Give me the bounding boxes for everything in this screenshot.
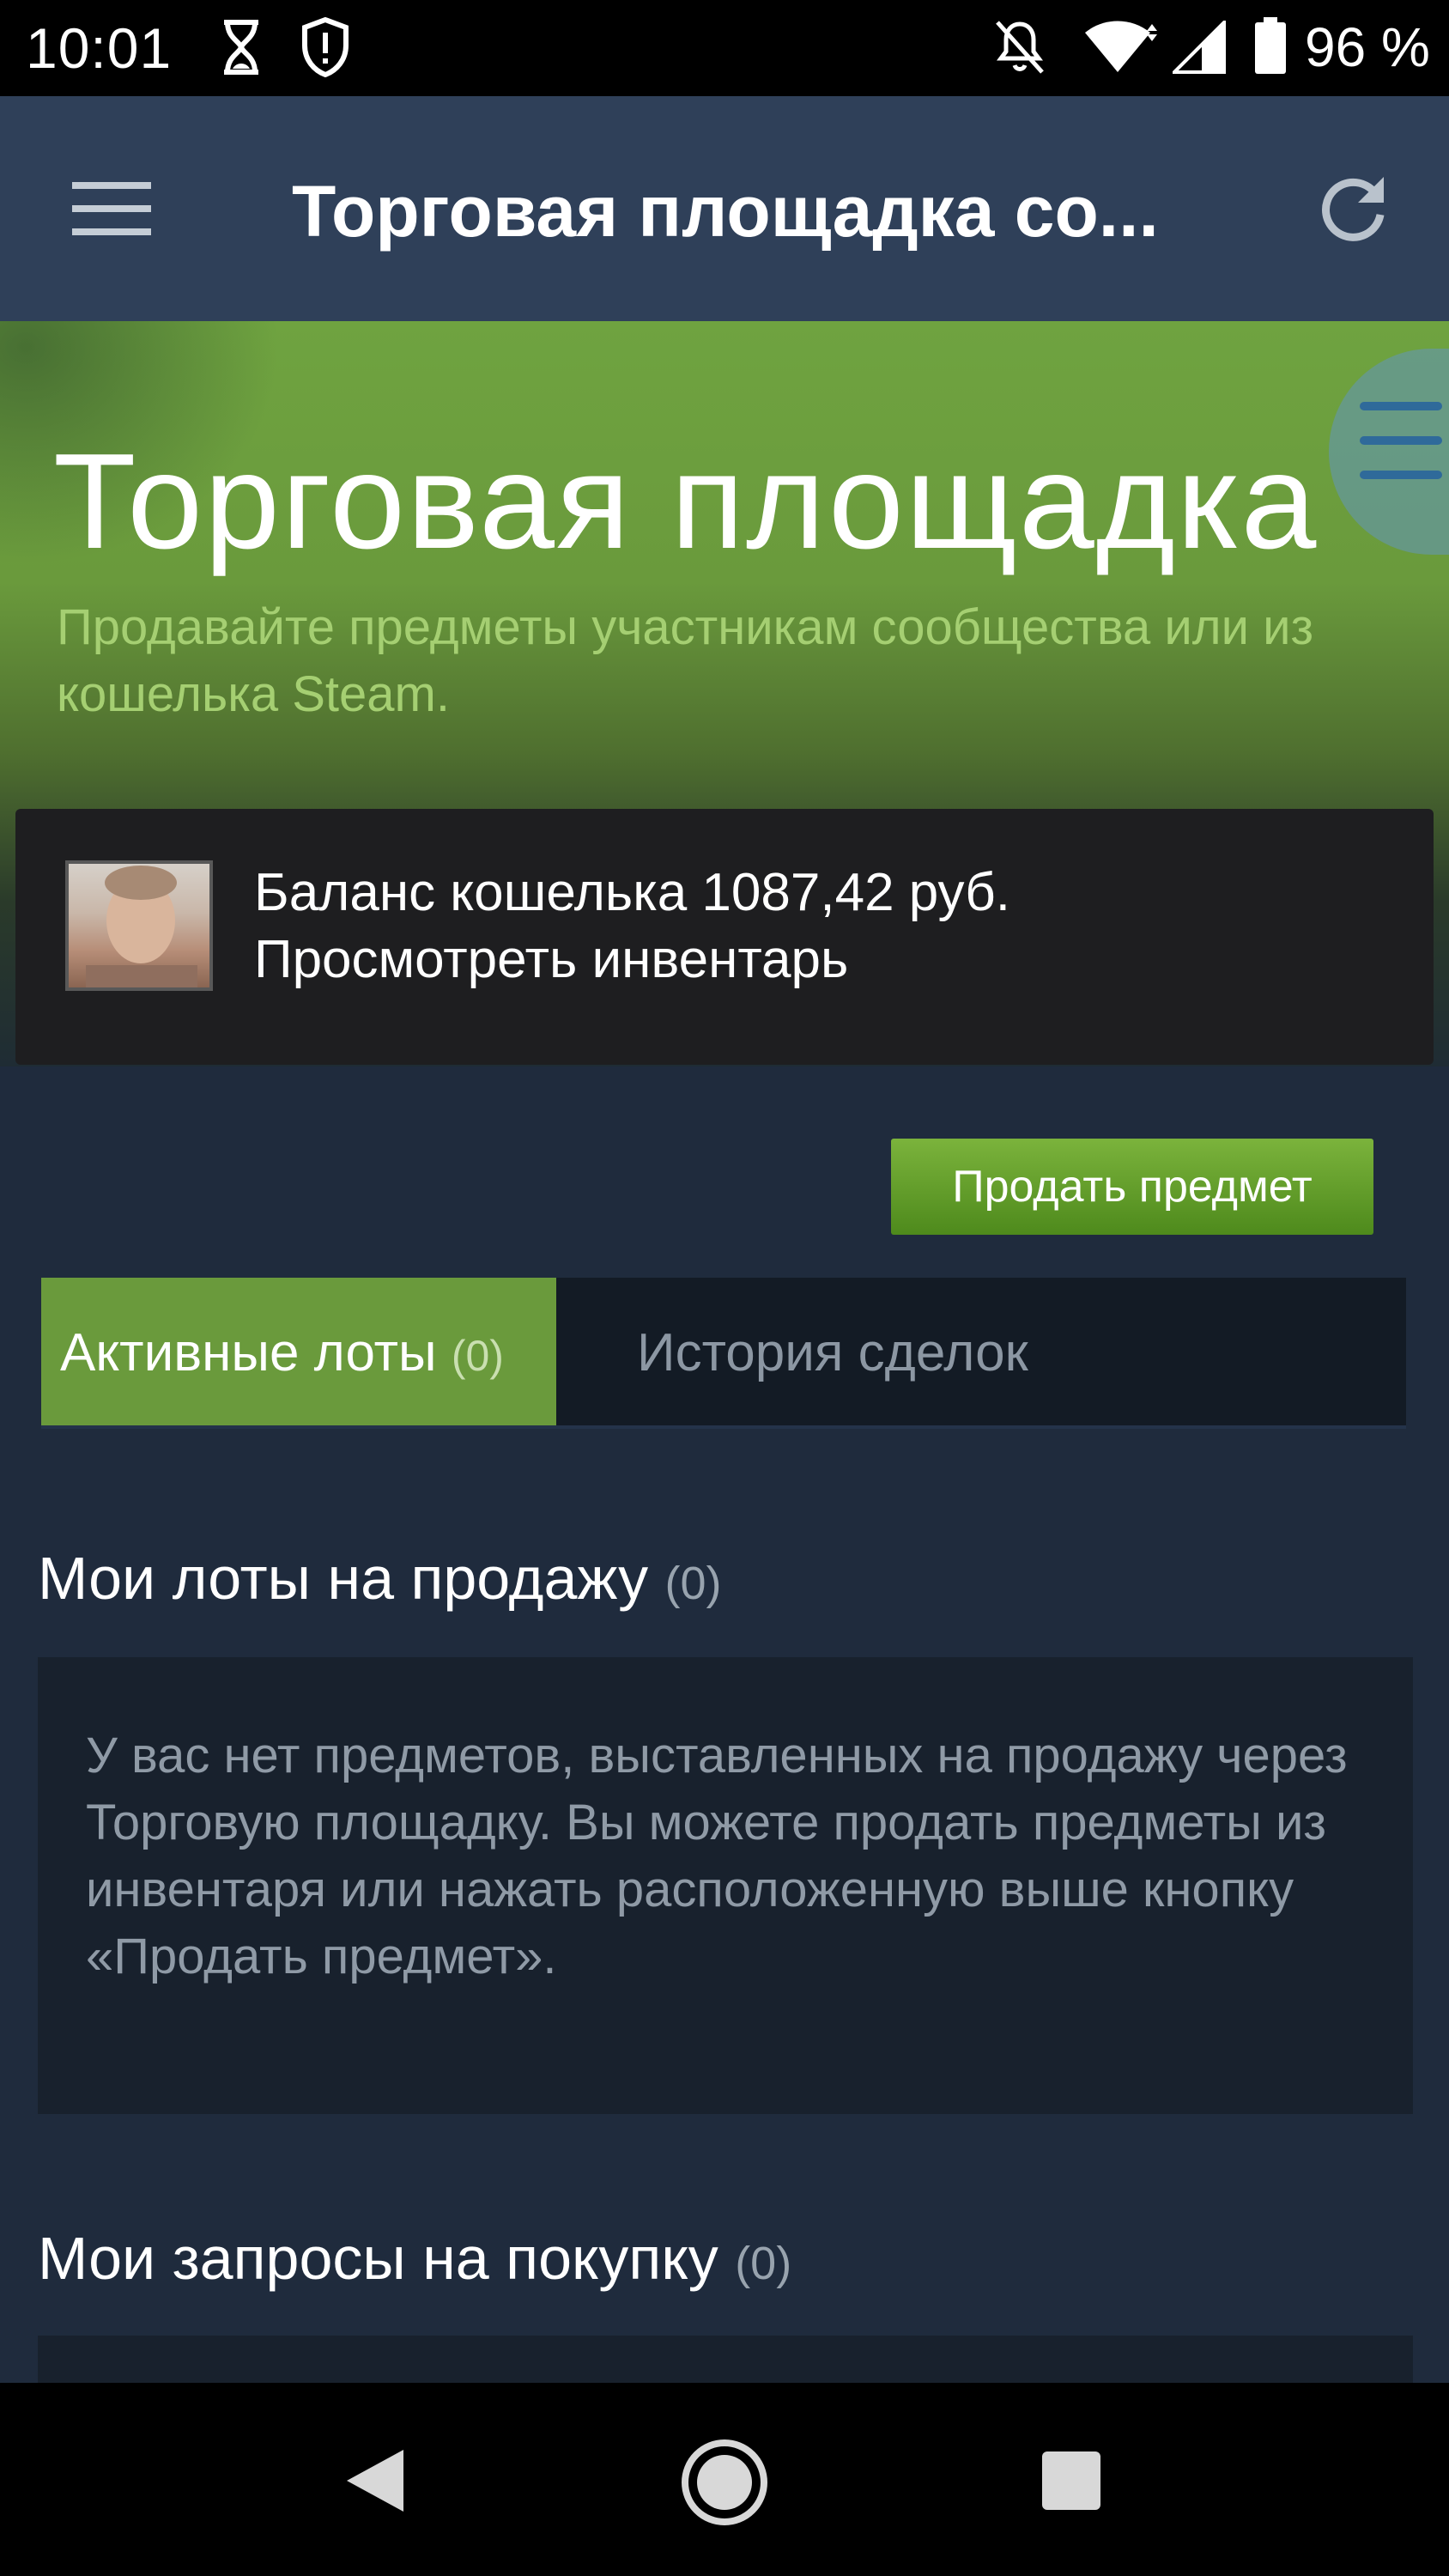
main-content: Продать предмет Активные лоты (0) Истори… [0, 1066, 1449, 2387]
buy-orders-box [38, 2336, 1413, 2387]
recents-icon[interactable] [1040, 2450, 1102, 2516]
buy-orders-title: Мои запросы на покупку [38, 2225, 718, 2292]
notifications-off-icon [992, 19, 1047, 80]
status-time: 10:01 [26, 16, 173, 80]
tab-history-label: История сделок [637, 1323, 1028, 1382]
wallet-balance: Баланс кошелька 1087,42 руб. [254, 863, 1010, 922]
home-icon[interactable] [680, 2438, 769, 2531]
app-bar: Торговая площадка со... [0, 96, 1449, 321]
back-icon[interactable] [342, 2446, 410, 2519]
wallet-panel: Баланс кошелька 1087,42 руб. Просмотреть… [15, 809, 1434, 1065]
hourglass-icon [219, 19, 264, 80]
listings-empty-box: У вас нет предметов, выставленных на про… [38, 1657, 1413, 2114]
signal-icon [1170, 18, 1226, 78]
view-inventory-link[interactable]: Просмотреть инвентарь [254, 929, 848, 990]
buy-orders-count: (0) [735, 2238, 792, 2289]
tab-trade-history[interactable]: История сделок [556, 1278, 1406, 1425]
tab-active-count: (0) [451, 1332, 504, 1380]
sell-item-button[interactable]: Продать предмет [891, 1139, 1373, 1235]
tab-active-listings[interactable]: Активные лоты (0) [41, 1278, 556, 1425]
my-listings-title: Мои лоты на продажу [38, 1545, 649, 1612]
menu-icon[interactable] [72, 180, 151, 241]
status-bar: 10:01 96 % [0, 0, 1449, 96]
listing-tabs: Активные лоты (0) История сделок [41, 1278, 1406, 1429]
side-menu-button[interactable] [1329, 349, 1449, 555]
refresh-icon[interactable] [1313, 170, 1392, 253]
system-nav-bar [0, 2383, 1449, 2576]
app-bar-title: Торговая площадка со... [292, 171, 1159, 252]
hero-title: Торговая площадка [53, 426, 1319, 577]
side-menu-icon [1360, 402, 1442, 479]
hero-subtitle: Продавайте предметы участникам сообществ… [57, 599, 1314, 722]
shield-alert-icon [300, 16, 350, 82]
avatar[interactable] [65, 860, 213, 991]
my-listings-count: (0) [664, 1558, 722, 1609]
wifi-icon [1083, 21, 1161, 78]
my-listings-heading: Мои лоты на продажу (0) [38, 1544, 722, 1613]
battery-percent: 96 % [1305, 16, 1430, 78]
marketplace-hero: Торговая площадка Продавайте предметы уч… [0, 321, 1449, 1066]
battery-icon [1253, 15, 1288, 80]
buy-orders-heading: Мои запросы на покупку (0) [38, 2224, 791, 2293]
tab-active-label: Активные лоты [60, 1323, 437, 1382]
listings-empty-message: У вас нет предметов, выставленных на про… [86, 1728, 1348, 1984]
